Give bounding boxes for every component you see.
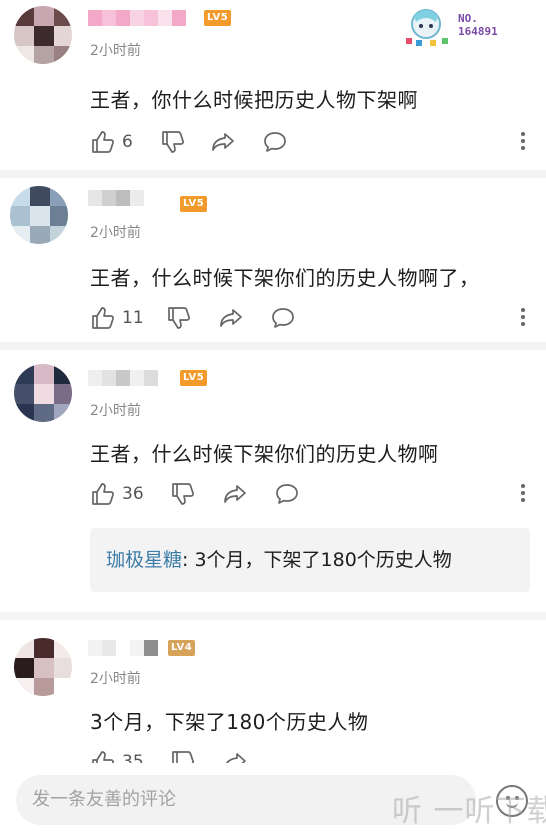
comment-icon — [276, 484, 298, 504]
like-button[interactable]: 6 — [90, 128, 133, 156]
badge-line1: NO. — [458, 12, 478, 25]
share-icon — [224, 485, 246, 503]
like-button[interactable]: 36 — [90, 480, 144, 508]
comment-text: 王者，什么时候下架你们的历史人物啊 — [90, 442, 439, 466]
comment-time: 2小时前 — [90, 403, 141, 419]
share-icon — [212, 133, 234, 151]
like-button[interactable]: 11 — [90, 304, 144, 332]
divider — [0, 170, 546, 178]
share-button[interactable] — [222, 480, 248, 508]
like-count: 6 — [122, 132, 133, 152]
level-badge: LV5 — [180, 196, 208, 212]
comment-icon — [272, 308, 294, 328]
fan-medal-badge: NO. 164891 — [400, 4, 510, 48]
like-icon — [92, 483, 114, 505]
username-blurred[interactable] — [88, 640, 158, 656]
comment-item: LV4 2小时前 3个月，下架了180个历史人物 35 — [0, 620, 546, 773]
username-blurred[interactable] — [88, 10, 186, 26]
comment-text: 王者，什么时候下架你们的历史人物啊了， — [90, 266, 480, 290]
comment-time: 2小时前 — [90, 43, 141, 59]
share-button[interactable] — [210, 128, 236, 156]
like-icon — [92, 131, 114, 153]
reply-button[interactable] — [274, 480, 300, 508]
reply-text: : 3个月，下架了180个历史人物 — [182, 549, 452, 571]
comment-item: LV5 2小时前 王者，什么时候下架你们的历史人物啊了， 11 — [0, 178, 546, 342]
reply-preview[interactable]: 珈极星糖: 3个月，下架了180个历史人物 — [90, 528, 530, 592]
like-count: 11 — [122, 308, 144, 328]
more-icon[interactable] — [520, 130, 526, 154]
divider — [0, 342, 546, 350]
comment-actions: 36 — [90, 480, 530, 508]
anime-character-icon — [406, 9, 448, 46]
comment-text: 3个月，下架了180个历史人物 — [90, 710, 369, 734]
username-blurred[interactable] — [88, 190, 144, 206]
comment-icon — [264, 132, 286, 152]
reply-button[interactable] — [270, 304, 296, 332]
avatar[interactable] — [14, 6, 72, 64]
comment-actions: 6 — [90, 128, 530, 156]
level-badge: LV5 — [180, 370, 208, 386]
dislike-button[interactable] — [170, 480, 196, 508]
watermark: 听 一听下载 — [392, 794, 546, 829]
more-icon[interactable] — [520, 482, 526, 506]
more-icon[interactable] — [520, 306, 526, 330]
level-badge: LV5 — [204, 10, 232, 26]
dislike-icon — [162, 131, 184, 153]
dislike-button[interactable] — [166, 304, 192, 332]
share-button[interactable] — [218, 304, 244, 332]
avatar[interactable] — [14, 638, 72, 696]
dislike-icon — [172, 483, 194, 505]
username-blurred[interactable] — [88, 370, 158, 386]
comment-actions: 11 — [90, 304, 530, 332]
comment-item: LV5 NO. 164891 2小时前 王者，你什么时候把历史人物下架啊 6 — [0, 0, 546, 170]
divider — [0, 612, 546, 620]
dislike-button[interactable] — [160, 128, 186, 156]
comment-time: 2小时前 — [90, 225, 141, 241]
reply-button[interactable] — [262, 128, 288, 156]
avatar[interactable] — [10, 186, 68, 244]
avatar[interactable] — [14, 364, 72, 422]
like-count: 36 — [122, 484, 144, 504]
dislike-icon — [168, 307, 190, 329]
comment-time: 2小时前 — [90, 671, 141, 687]
share-icon — [220, 309, 242, 327]
level-badge: LV4 — [168, 640, 196, 656]
comment-text: 王者，你什么时候把历史人物下架啊 — [90, 88, 418, 112]
like-icon — [92, 307, 114, 329]
comment-item: LV5 2小时前 王者，什么时候下架你们的历史人物啊 36 珈极星糖: 3个月，… — [0, 350, 546, 612]
badge-line2: 164891 — [458, 25, 498, 38]
reply-author[interactable]: 珈极星糖 — [106, 549, 182, 571]
